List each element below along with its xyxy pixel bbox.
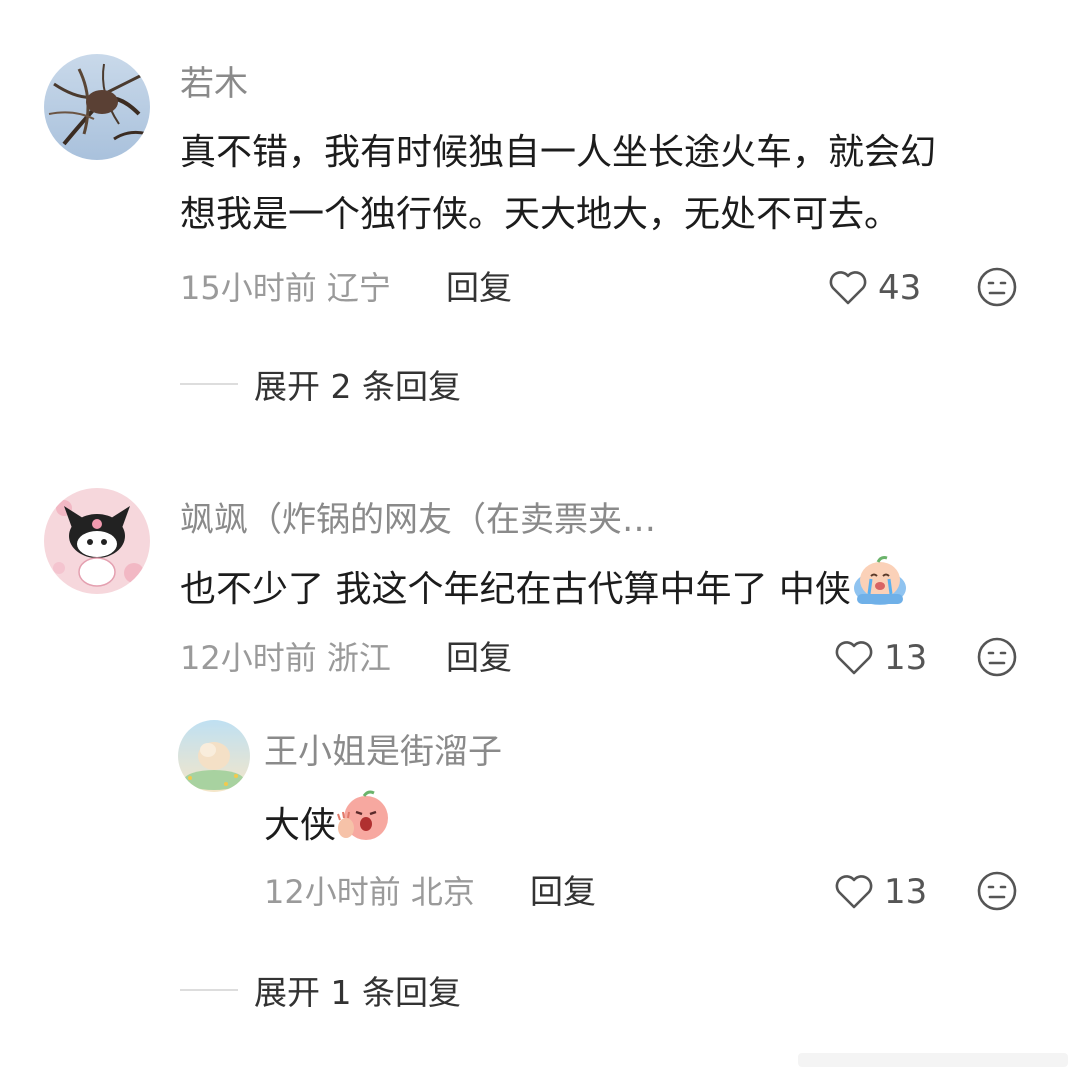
reply-avatar[interactable] bbox=[178, 720, 250, 792]
dislike-button[interactable] bbox=[976, 636, 1018, 682]
avatar-image bbox=[44, 488, 150, 594]
comment-meta: 15小时前 辽宁 bbox=[180, 269, 391, 307]
divider-line bbox=[180, 383, 238, 385]
comment-text: 真不错，我有时候独自一人坐长途火车，就会幻 想我是一个独行侠。天大地大，无处不可… bbox=[180, 122, 936, 246]
reply-username[interactable]: 王小姐是街溜子 bbox=[264, 732, 502, 772]
neutral-face-icon bbox=[977, 871, 1017, 911]
crying-peach-emoji bbox=[851, 554, 909, 628]
expand-replies-label: 展开 1 条回复 bbox=[254, 973, 461, 1012]
comment-text-line: 真不错，我有时候独自一人坐长途火车，就会幻 bbox=[180, 132, 937, 173]
like-button[interactable]: 43 bbox=[828, 268, 921, 308]
comment-username[interactable]: 飒飒（炸锅的网友（在卖票夹… bbox=[180, 500, 656, 540]
comment-text: 也不少了 我这个年纪在古代算中年了 中侠 bbox=[180, 554, 909, 628]
avatar[interactable] bbox=[44, 54, 150, 160]
reply-meta: 12小时前 北京 bbox=[264, 873, 475, 911]
comment-text-body: 也不少了 我这个年纪在古代算中年了 中侠 bbox=[180, 569, 851, 610]
reply-button[interactable]: 回复 bbox=[446, 638, 512, 678]
dislike-button[interactable] bbox=[976, 266, 1018, 312]
expand-replies-button[interactable]: 展开 1 条回复 bbox=[180, 966, 461, 1014]
neutral-face-icon bbox=[977, 637, 1017, 677]
like-count: 13 bbox=[884, 638, 928, 678]
reply-button[interactable]: 回复 bbox=[446, 268, 512, 308]
like-button[interactable]: 13 bbox=[834, 872, 927, 912]
reply-text: 大侠 bbox=[264, 790, 392, 864]
dislike-button[interactable] bbox=[976, 870, 1018, 916]
reply-text-body: 大侠 bbox=[264, 805, 337, 846]
like-count: 13 bbox=[884, 872, 928, 912]
expand-replies-button[interactable]: 展开 2 条回复 bbox=[180, 360, 461, 408]
expand-replies-label: 展开 2 条回复 bbox=[254, 367, 461, 406]
avatar-image bbox=[44, 54, 150, 160]
reply-button[interactable]: 回复 bbox=[530, 872, 596, 912]
heart-outline-icon bbox=[829, 271, 867, 305]
neutral-face-icon bbox=[977, 267, 1017, 307]
divider-line bbox=[180, 989, 238, 991]
like-count: 43 bbox=[878, 268, 922, 308]
watermark bbox=[798, 1047, 1068, 1073]
comment-meta: 12小时前 浙江 bbox=[180, 639, 391, 677]
comment-text-line: 想我是一个独行侠。天大地大，无处不可去。 bbox=[180, 194, 901, 235]
heart-outline-icon bbox=[835, 875, 873, 909]
comment-username[interactable]: 若木 bbox=[180, 64, 248, 104]
avatar[interactable] bbox=[44, 488, 150, 594]
heart-outline-icon bbox=[835, 641, 873, 675]
shocked-peach-emoji bbox=[336, 790, 392, 864]
like-button[interactable]: 13 bbox=[834, 638, 927, 678]
avatar-image bbox=[178, 720, 250, 792]
